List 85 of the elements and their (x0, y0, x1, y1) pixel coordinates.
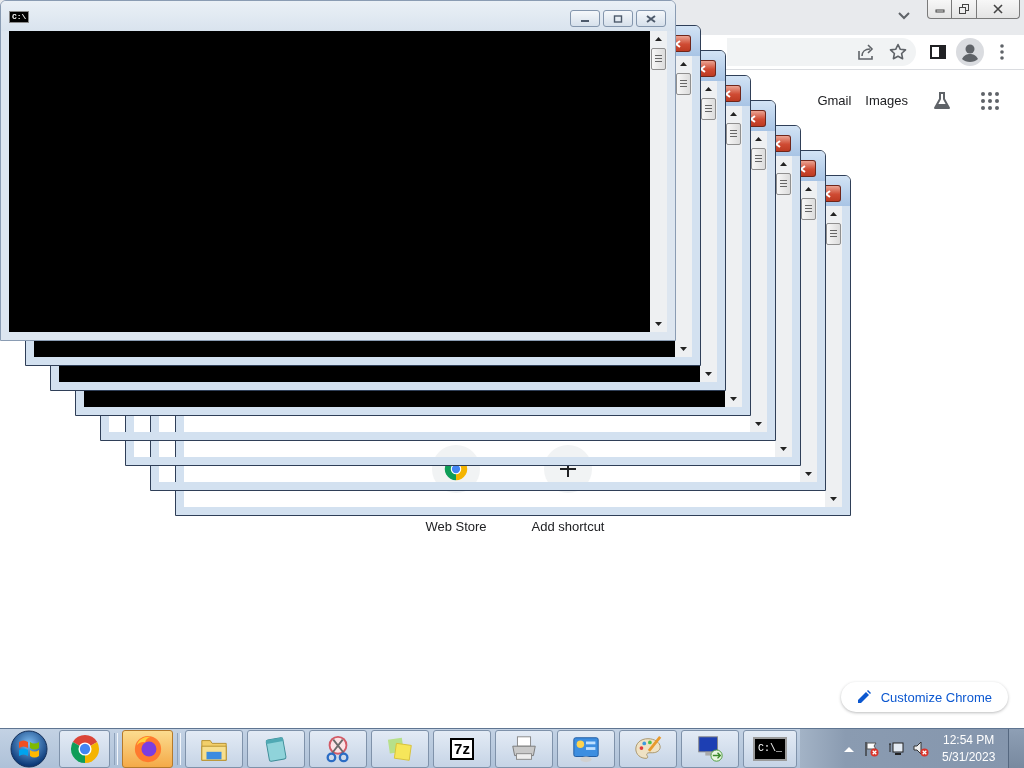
scroll-down-icon[interactable] (655, 322, 662, 326)
minimize-button[interactable] (927, 0, 952, 19)
close-button[interactable] (636, 10, 666, 27)
scroll-thumb[interactable] (651, 48, 666, 70)
maximize-icon (613, 14, 623, 23)
apps-grid-icon (981, 92, 999, 110)
network-icon[interactable] (888, 740, 904, 757)
console-logo: C:\_ (753, 736, 787, 761)
header-link[interactable]: Gmail (817, 93, 852, 109)
scroll-down-icon[interactable] (780, 447, 787, 451)
scroll-down-icon[interactable] (680, 347, 687, 351)
scroll-thumb[interactable] (676, 73, 691, 95)
taskbar-button[interactable]: 7z (433, 729, 491, 768)
scroll-up-icon[interactable] (830, 212, 837, 216)
restore-button[interactable] (952, 0, 977, 19)
close-icon (826, 189, 831, 198)
remote-desktop-icon (695, 733, 725, 764)
scroll-down-icon[interactable] (830, 497, 837, 501)
scroll-thumb[interactable] (751, 148, 766, 170)
scroll-thumb[interactable] (701, 98, 716, 120)
address-bar[interactable] (727, 38, 916, 66)
maximize-button[interactable] (603, 10, 633, 27)
taskbar-button[interactable] (681, 729, 739, 768)
taskbar-button[interactable] (557, 729, 615, 768)
close-button[interactable] (726, 85, 741, 102)
scroll-up-icon[interactable] (805, 187, 812, 191)
windows-logo-icon (9, 729, 48, 768)
scroll-thumb[interactable] (776, 173, 791, 195)
scroll-up-icon[interactable] (755, 137, 762, 141)
archive-logo: 7z (450, 737, 474, 760)
close-button[interactable] (676, 35, 691, 52)
console-logo: C:\ (9, 11, 30, 23)
close-icon (646, 14, 656, 23)
menu-icon (1000, 44, 1004, 60)
scroll-thumb[interactable] (801, 198, 816, 220)
chrome-icon (432, 445, 480, 493)
scroll-up-icon[interactable] (680, 62, 687, 66)
scroll-up-icon[interactable] (780, 162, 787, 166)
scroll-down-icon[interactable] (755, 422, 762, 426)
flask-icon (932, 91, 952, 111)
close-icon (993, 4, 1003, 14)
star-icon (889, 43, 907, 61)
flag-icon[interactable] (863, 740, 879, 757)
shortcut-tile[interactable]: Web Store (400, 445, 512, 535)
close-button[interactable] (751, 110, 766, 127)
taskbar-button[interactable]: C:\_ (743, 729, 797, 768)
taskbar-button[interactable] (122, 729, 173, 768)
firefox-icon (132, 733, 163, 764)
pencil-icon (856, 690, 871, 704)
close-icon (776, 139, 781, 148)
close-icon (676, 39, 681, 48)
close-button[interactable] (826, 185, 841, 202)
shortcut-tile[interactable]: Add shortcut (512, 445, 624, 535)
chrome-icon (69, 733, 100, 764)
restore-icon (959, 4, 969, 14)
taskbar-button[interactable] (495, 729, 553, 768)
close-icon (701, 64, 706, 73)
scrollbar[interactable] (650, 31, 667, 332)
scroll-up-icon[interactable] (705, 87, 712, 91)
close-button[interactable] (776, 135, 791, 152)
speaker-icon[interactable] (913, 740, 929, 757)
profile-button[interactable] (956, 38, 984, 66)
close-button[interactable] (801, 160, 816, 177)
close-icon (751, 114, 756, 123)
taskbar-button[interactable] (59, 729, 110, 768)
taskbar-button[interactable] (309, 729, 367, 768)
scroll-up-icon[interactable] (730, 112, 737, 116)
close-button[interactable] (701, 60, 716, 77)
scroll-thumb[interactable] (826, 223, 841, 245)
header-link[interactable]: Images (865, 93, 908, 109)
scroll-down-icon[interactable] (730, 397, 737, 401)
scroll-up-icon[interactable] (655, 37, 662, 41)
chevron-down-icon (898, 12, 910, 20)
close-icon (801, 164, 806, 173)
avatar-icon (956, 38, 984, 66)
scroll-down-icon[interactable] (705, 372, 712, 376)
triangle-up-icon (844, 745, 854, 752)
scroll-down-icon[interactable] (805, 472, 812, 476)
minimize-button[interactable] (570, 10, 600, 27)
scroll-thumb[interactable] (726, 123, 741, 145)
share-icon (857, 43, 875, 61)
customize-chrome-button[interactable]: Customize Chrome (840, 682, 1008, 712)
side-panel-icon (930, 44, 946, 60)
close-icon (726, 89, 731, 98)
plus-icon (544, 445, 592, 493)
